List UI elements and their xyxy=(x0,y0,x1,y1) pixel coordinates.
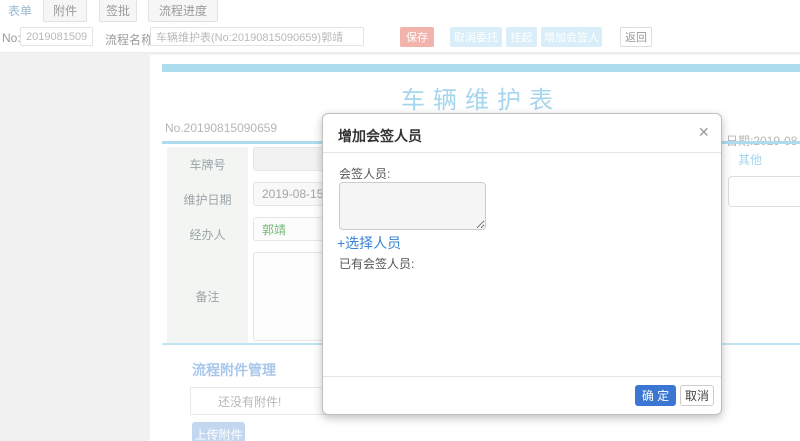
upload-attachment-button[interactable]: 上传附件 xyxy=(192,422,245,441)
form-label-column xyxy=(167,147,248,343)
app-screen: 表单 附件 签批 流程进度 No: 流程名称: 保存 取消委托 挂起 增加会签人… xyxy=(0,0,800,441)
countersigner-textarea[interactable] xyxy=(339,182,486,230)
no-input[interactable] xyxy=(20,27,93,46)
tab-form[interactable]: 表单 xyxy=(0,0,40,22)
top-band: 表单 附件 签批 流程进度 No: 流程名称: 保存 取消委托 挂起 增加会签人… xyxy=(0,0,800,53)
tab-process-progress[interactable]: 流程进度 xyxy=(148,0,218,22)
tab-sign-approve[interactable]: 签批 xyxy=(99,0,137,22)
cancel-button[interactable]: 取消 xyxy=(680,385,714,406)
select-personnel-link[interactable]: +选择人员 xyxy=(337,233,401,253)
suspend-button[interactable]: 挂起 xyxy=(506,27,537,47)
right-side-input[interactable] xyxy=(728,176,800,207)
form-title: 车辆维护表 xyxy=(401,87,561,114)
confirm-button[interactable]: 确 定 xyxy=(635,385,676,406)
process-name-input[interactable] xyxy=(150,27,364,46)
plate-number-label: 车牌号 xyxy=(189,158,226,172)
modal-title: 增加会签人员 xyxy=(338,128,422,144)
form-top-accent-bar xyxy=(162,64,800,72)
existing-countersigners-label: 已有会签人员: xyxy=(339,257,415,271)
maintain-date-label: 维护日期 xyxy=(183,193,232,207)
handler-label: 经办人 xyxy=(189,228,226,242)
process-name-label: 流程名称: xyxy=(105,33,157,47)
modal-header: 增加会签人员 × xyxy=(323,114,721,153)
add-countersign-button[interactable]: 增加会签人 xyxy=(541,27,602,47)
other-link[interactable]: 其他 xyxy=(738,151,762,168)
no-label: No: xyxy=(2,31,21,45)
tab-attachment[interactable]: 附件 xyxy=(43,0,87,22)
cancel-delegate-button[interactable]: 取消委托 xyxy=(450,27,502,47)
countersigner-field-label: 会签人员: xyxy=(339,167,391,181)
add-countersigner-modal: 增加会签人员 × 会签人员: +选择人员 已有会签人员: 确 定 取消 xyxy=(322,113,722,415)
back-button[interactable]: 返回 xyxy=(620,27,652,47)
attachment-section-title: 流程附件管理 xyxy=(192,362,276,378)
modal-footer: 确 定 取消 xyxy=(323,376,721,414)
remarks-label: 备注 xyxy=(195,290,220,304)
save-button[interactable]: 保存 xyxy=(400,27,434,47)
close-icon[interactable]: × xyxy=(698,122,709,142)
form-no-text: No.20190815090659 xyxy=(165,121,278,135)
